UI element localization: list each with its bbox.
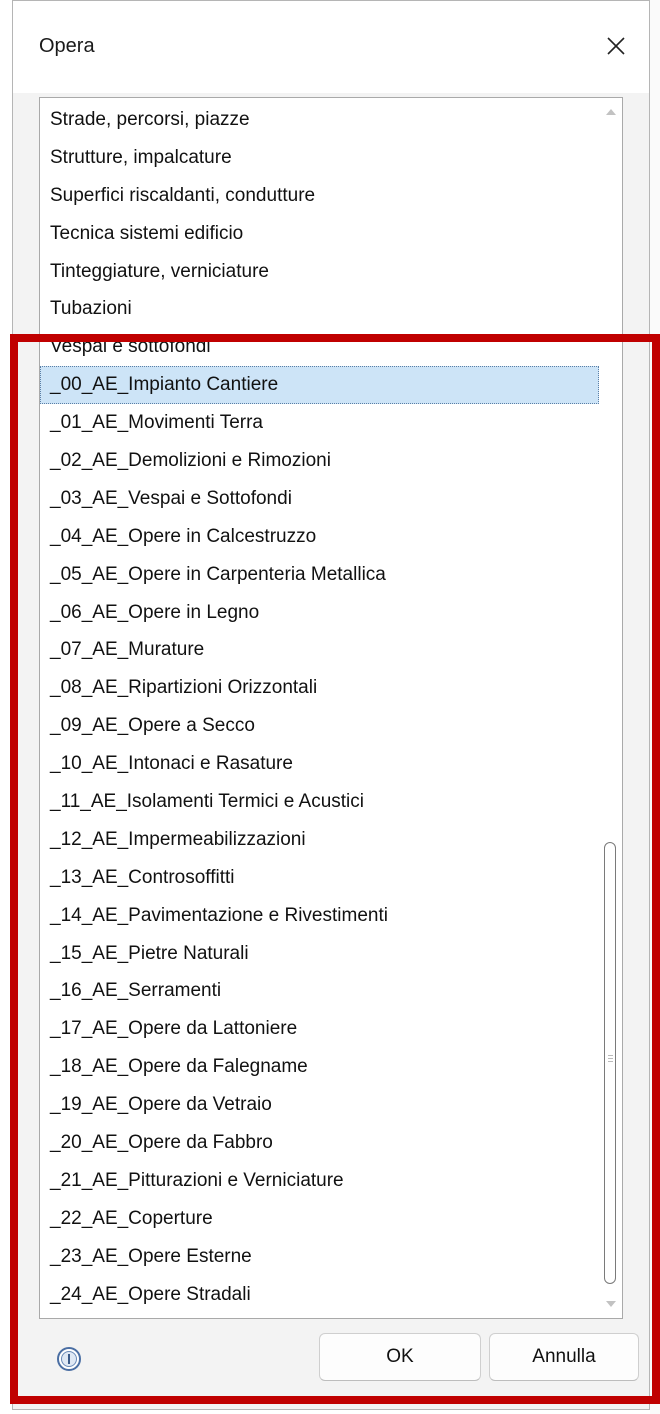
opera-listbox[interactable]: Strade, percorsi, piazze Strutture, impal… bbox=[39, 97, 623, 1319]
list-item[interactable]: _06_AE_Opere in Legno bbox=[40, 594, 600, 632]
scroll-down-button[interactable] bbox=[604, 1296, 618, 1312]
info-icon bbox=[57, 1347, 81, 1371]
list-item[interactable]: _09_AE_Opere a Secco bbox=[40, 707, 600, 745]
list-item[interactable]: _03_AE_Vespai e Sottofondi bbox=[40, 480, 600, 518]
list-item[interactable]: _08_AE_Ripartizioni Orizzontali bbox=[40, 669, 600, 707]
list-item[interactable]: _23_AE_Opere Esterne bbox=[40, 1238, 600, 1276]
list-item[interactable]: _16_AE_Serramenti bbox=[40, 972, 600, 1010]
list-item[interactable]: _17_AE_Opere da Lattoniere bbox=[40, 1010, 600, 1048]
opera-list: Strade, percorsi, piazze Strutture, impal… bbox=[40, 101, 600, 1319]
cancel-button[interactable]: Annulla bbox=[489, 1333, 639, 1381]
scroll-thumb-grip-icon bbox=[608, 1055, 613, 1064]
list-item[interactable]: _22_AE_Coperture bbox=[40, 1200, 600, 1238]
list-item[interactable]: _25_AE_Impiantistica bbox=[40, 1314, 600, 1319]
list-item[interactable]: _10_AE_Intonaci e Rasature bbox=[40, 745, 600, 783]
list-scrollbar[interactable] bbox=[600, 98, 622, 1318]
background-app-edge bbox=[650, 0, 660, 1414]
list-item[interactable]: Strade, percorsi, piazze bbox=[40, 101, 600, 139]
scroll-down-arrow-icon bbox=[606, 1301, 616, 1307]
list-item[interactable]: _19_AE_Opere da Vetraio bbox=[40, 1086, 600, 1124]
list-item[interactable]: Strutture, impalcature bbox=[40, 139, 600, 177]
list-item[interactable]: Tubazioni bbox=[40, 290, 600, 328]
list-item[interactable]: _13_AE_Controsoffitti bbox=[40, 859, 600, 897]
list-item[interactable]: _04_AE_Opere in Calcestruzzo bbox=[40, 518, 600, 556]
scroll-thumb[interactable] bbox=[604, 842, 616, 1284]
list-item[interactable]: _01_AE_Movimenti Terra bbox=[40, 404, 600, 442]
ok-button[interactable]: OK bbox=[319, 1333, 481, 1381]
list-item[interactable]: _14_AE_Pavimentazione e Rivestimenti bbox=[40, 897, 600, 935]
dialog-title: Opera bbox=[39, 35, 95, 57]
list-item[interactable]: _21_AE_Pitturazioni e Verniciature bbox=[40, 1162, 600, 1200]
list-item[interactable]: Vespai e sottofondi bbox=[40, 328, 600, 366]
list-item[interactable]: _12_AE_Impermeabilizzazioni bbox=[40, 821, 600, 859]
list-item[interactable]: Tinteggiature, verniciature bbox=[40, 253, 600, 291]
list-item[interactable]: _11_AE_Isolamenti Termici e Acustici bbox=[40, 783, 600, 821]
list-item[interactable]: _00_AE_Impianto Cantiere bbox=[40, 366, 599, 405]
list-item[interactable]: _02_AE_Demolizioni e Rimozioni bbox=[40, 442, 600, 480]
list-item[interactable]: _15_AE_Pietre Naturali bbox=[40, 935, 600, 973]
info-button[interactable] bbox=[55, 1345, 83, 1373]
list-item[interactable]: _20_AE_Opere da Fabbro bbox=[40, 1124, 600, 1162]
close-button[interactable] bbox=[597, 27, 635, 65]
background-app-mark bbox=[652, 740, 654, 766]
dialog-titlebar: Opera bbox=[13, 1, 649, 93]
list-item[interactable]: _05_AE_Opere in Carpenteria Metallica bbox=[40, 556, 600, 594]
list-item[interactable]: Tecnica sistemi edificio bbox=[40, 215, 600, 253]
opera-dialog: Opera Strade, percorsi, piazze Strutture,… bbox=[12, 0, 650, 1410]
list-item[interactable]: _07_AE_Murature bbox=[40, 631, 600, 669]
list-item[interactable]: _18_AE_Opere da Falegname bbox=[40, 1048, 600, 1086]
list-item[interactable]: _24_AE_Opere Stradali bbox=[40, 1276, 600, 1314]
scroll-up-arrow-icon bbox=[606, 109, 616, 115]
list-item[interactable]: Superfici riscaldanti, condutture bbox=[40, 177, 600, 215]
scroll-up-button[interactable] bbox=[604, 104, 618, 120]
close-icon bbox=[607, 37, 625, 55]
